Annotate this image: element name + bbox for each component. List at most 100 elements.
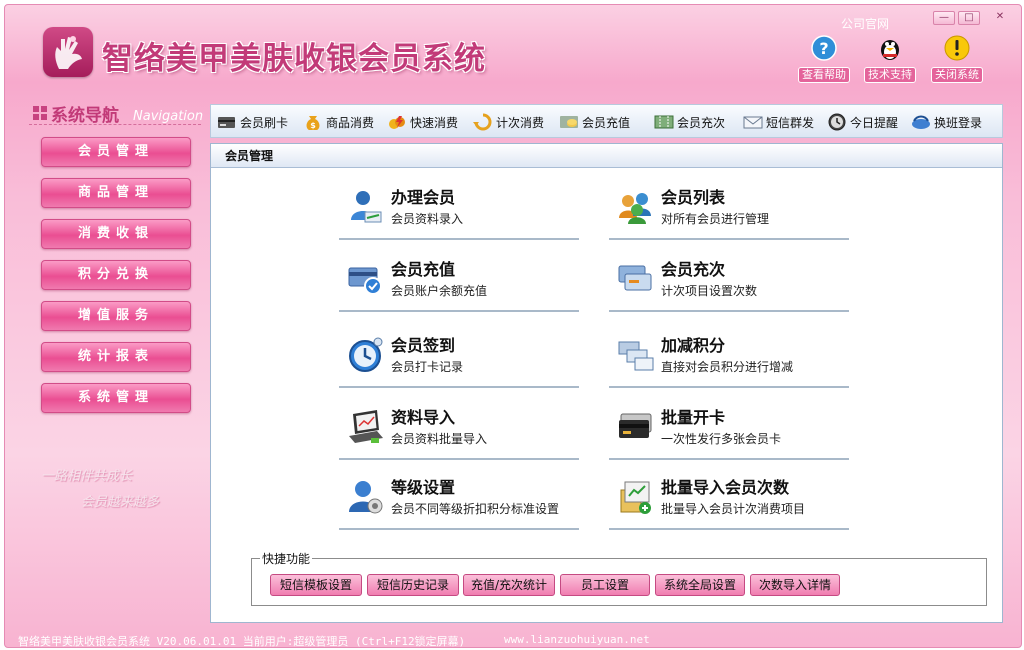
toolbar-member-count[interactable]: 会员充次 xyxy=(654,112,725,132)
money-bag-icon: $ xyxy=(306,116,320,130)
recharge-icon xyxy=(560,116,578,128)
ticket-icon xyxy=(654,115,674,129)
app-title: 智络美甲美肤收银会员系统 xyxy=(102,41,486,77)
toolbar-shift-login[interactable]: 换班登录 xyxy=(911,112,982,132)
sms-icon xyxy=(743,116,763,129)
func-desc: 会员资料录入 xyxy=(391,212,464,226)
svg-text:$: $ xyxy=(310,121,316,130)
func-data-import[interactable]: 资料导入 会员资料批量导入 xyxy=(339,398,579,460)
batch-card-icon xyxy=(619,413,652,438)
close-system-label: 关闭系统 xyxy=(931,67,983,83)
func-desc: 会员资料批量导入 xyxy=(391,432,488,446)
quick-global-settings-button[interactable]: 系统全局设置 xyxy=(655,574,745,596)
quick-sms-history-button[interactable]: 短信历史记录 xyxy=(367,574,459,596)
toolbar-card-swipe[interactable]: 会员刷卡 xyxy=(217,112,288,132)
card-swipe-icon xyxy=(218,117,235,128)
func-points-adjust[interactable]: 加减积分 直接对会员积分进行增减 xyxy=(609,326,849,388)
slogan-line-1: 一路相伴共成长 xyxy=(41,469,133,484)
help-icon: ? xyxy=(811,35,837,61)
help-button[interactable]: ? 查看帮助 xyxy=(794,35,854,83)
toolbar-today-reminder[interactable]: 今日提醒 xyxy=(827,112,898,132)
func-name: 办理会员 xyxy=(391,188,456,207)
sidebar-title-en: Navigation xyxy=(133,109,204,124)
status-text: 智络美甲美肤收银会员系统 V20.06.01.01 当前用户:超级管理员 (Ct… xyxy=(18,635,466,648)
app-window: 智络美甲美肤收银会员系统 公司官网 — □ ✕ ? 查看帮助 技术支持 关闭系统 xyxy=(4,4,1022,648)
quick-recharge-stats-button[interactable]: 充值/充次统计 xyxy=(463,574,555,596)
toolbar-sms[interactable]: 短信群发 xyxy=(743,112,814,132)
minimize-button[interactable]: — xyxy=(933,11,955,25)
official-site-link[interactable]: 公司官网 xyxy=(841,15,889,32)
func-member-list[interactable]: 会员列表 对所有会员进行管理 xyxy=(609,178,849,240)
penguin-icon xyxy=(881,40,899,60)
content-panel: 会员管理 办理会员 会员资料录入 会员列表 对所有会员进行管理 会员充值 会员账… xyxy=(210,143,1003,623)
func-member-count[interactable]: 会员充次 计次项目设置次数 xyxy=(609,250,849,312)
quick-functions-group: 快捷功能 短信模板设置 短信历史记录 充值/充次统计 员工设置 系统全局设置 次… xyxy=(251,550,987,606)
func-name: 会员签到 xyxy=(391,336,456,355)
toolbar-label: 快速消费 xyxy=(410,115,459,130)
quick-staff-settings-button[interactable]: 员工设置 xyxy=(560,574,650,596)
func-name: 加减积分 xyxy=(661,336,726,355)
sidebar-item-system-mgmt[interactable]: 系统管理 xyxy=(41,383,191,413)
sidebar: 系统导航 Navigation 会员管理 商品管理 消费收银 积分兑换 增值服务… xyxy=(29,97,204,617)
toolbar-label: 计次消费 xyxy=(496,115,545,130)
sidebar-item-value-added[interactable]: 增值服务 xyxy=(41,301,191,331)
toolbar-count-consume[interactable]: 计次消费 xyxy=(473,112,544,132)
toolbar-label: 换班登录 xyxy=(934,115,983,130)
sidebar-item-product-mgmt[interactable]: 商品管理 xyxy=(41,178,191,208)
func-desc: 会员不同等级折扣积分标准设置 xyxy=(391,502,560,516)
level-user-icon xyxy=(349,481,383,514)
sidebar-title: 系统导航 xyxy=(51,106,119,126)
sidebar-item-reports[interactable]: 统计报表 xyxy=(41,342,191,372)
laptop-import-icon xyxy=(349,410,383,443)
func-add-member[interactable]: 办理会员 会员资料录入 xyxy=(339,178,579,240)
shift-login-icon xyxy=(912,115,930,129)
func-name: 会员列表 xyxy=(661,188,726,207)
checkin-clock-icon xyxy=(349,337,383,372)
func-name: 会员充次 xyxy=(661,260,726,279)
func-level-settings[interactable]: 等级设置 会员不同等级折扣积分标准设置 xyxy=(339,468,579,530)
member-count-icon xyxy=(618,265,652,291)
sidebar-item-member-mgmt[interactable]: 会员管理 xyxy=(41,137,191,167)
quick-count-import-detail-button[interactable]: 次数导入详情 xyxy=(750,574,840,596)
status-website: www.lianzuohuiyuan.net xyxy=(504,633,650,646)
warning-icon xyxy=(944,35,970,61)
member-recharge-icon xyxy=(348,267,382,295)
func-batch-open-card[interactable]: 批量开卡 一次性发行多张会员卡 xyxy=(609,398,849,460)
maximize-button[interactable]: □ xyxy=(958,11,980,25)
toolbar-label: 会员刷卡 xyxy=(240,115,289,130)
close-button[interactable]: ✕ xyxy=(989,11,1011,25)
sidebar-header: 系统导航 Navigation xyxy=(29,97,204,126)
func-name: 批量导入会员次数 xyxy=(661,478,790,497)
tech-support-button[interactable]: 技术支持 xyxy=(860,35,920,83)
refresh-icon xyxy=(473,113,492,131)
func-member-checkin[interactable]: 会员签到 会员打卡记录 xyxy=(339,326,579,388)
func-desc: 会员账户余额充值 xyxy=(391,284,488,298)
toolbar: 会员刷卡 $ 商品消费 快速消费 计次消费 会员充值 会员充次 短信群发 今日提 xyxy=(210,104,1003,138)
toolbar-label: 今日提醒 xyxy=(850,115,899,130)
func-batch-import-counts[interactable]: 批量导入会员次数 批量导入会员计次消费项目 xyxy=(609,468,849,530)
points-icon xyxy=(618,341,654,371)
func-desc: 批量导入会员计次消费项目 xyxy=(661,502,806,516)
func-name: 会员充值 xyxy=(391,260,456,279)
sidebar-item-points-exchange[interactable]: 积分兑换 xyxy=(41,260,191,290)
toolbar-fast-consume[interactable]: 快速消费 xyxy=(387,112,458,132)
close-system-button[interactable]: 关闭系统 xyxy=(927,35,987,83)
panel-title: 会员管理 xyxy=(211,144,1002,168)
svg-text:?: ? xyxy=(819,39,828,58)
toolbar-product-consume[interactable]: $ 商品消费 xyxy=(303,112,374,132)
toolbar-label: 会员充次 xyxy=(677,115,726,130)
sidebar-slogan: 一路相伴共成长 会员越来越多 xyxy=(41,465,201,525)
func-member-recharge[interactable]: 会员充值 会员账户余额充值 xyxy=(339,250,579,312)
quick-functions-title: 快捷功能 xyxy=(260,550,313,567)
func-desc: 对所有会员进行管理 xyxy=(661,212,770,226)
app-logo xyxy=(43,27,93,77)
tech-support-label: 技术支持 xyxy=(864,67,916,83)
sidebar-item-cashier[interactable]: 消费收银 xyxy=(41,219,191,249)
func-name: 等级设置 xyxy=(391,478,456,497)
quick-sms-template-button[interactable]: 短信模板设置 xyxy=(270,574,362,596)
clock-icon xyxy=(828,113,846,131)
slogan-line-2: 会员越来越多 xyxy=(81,495,160,510)
toolbar-member-recharge[interactable]: 会员充值 xyxy=(559,112,630,132)
help-label: 查看帮助 xyxy=(798,67,850,83)
member-list-icon xyxy=(619,193,651,224)
